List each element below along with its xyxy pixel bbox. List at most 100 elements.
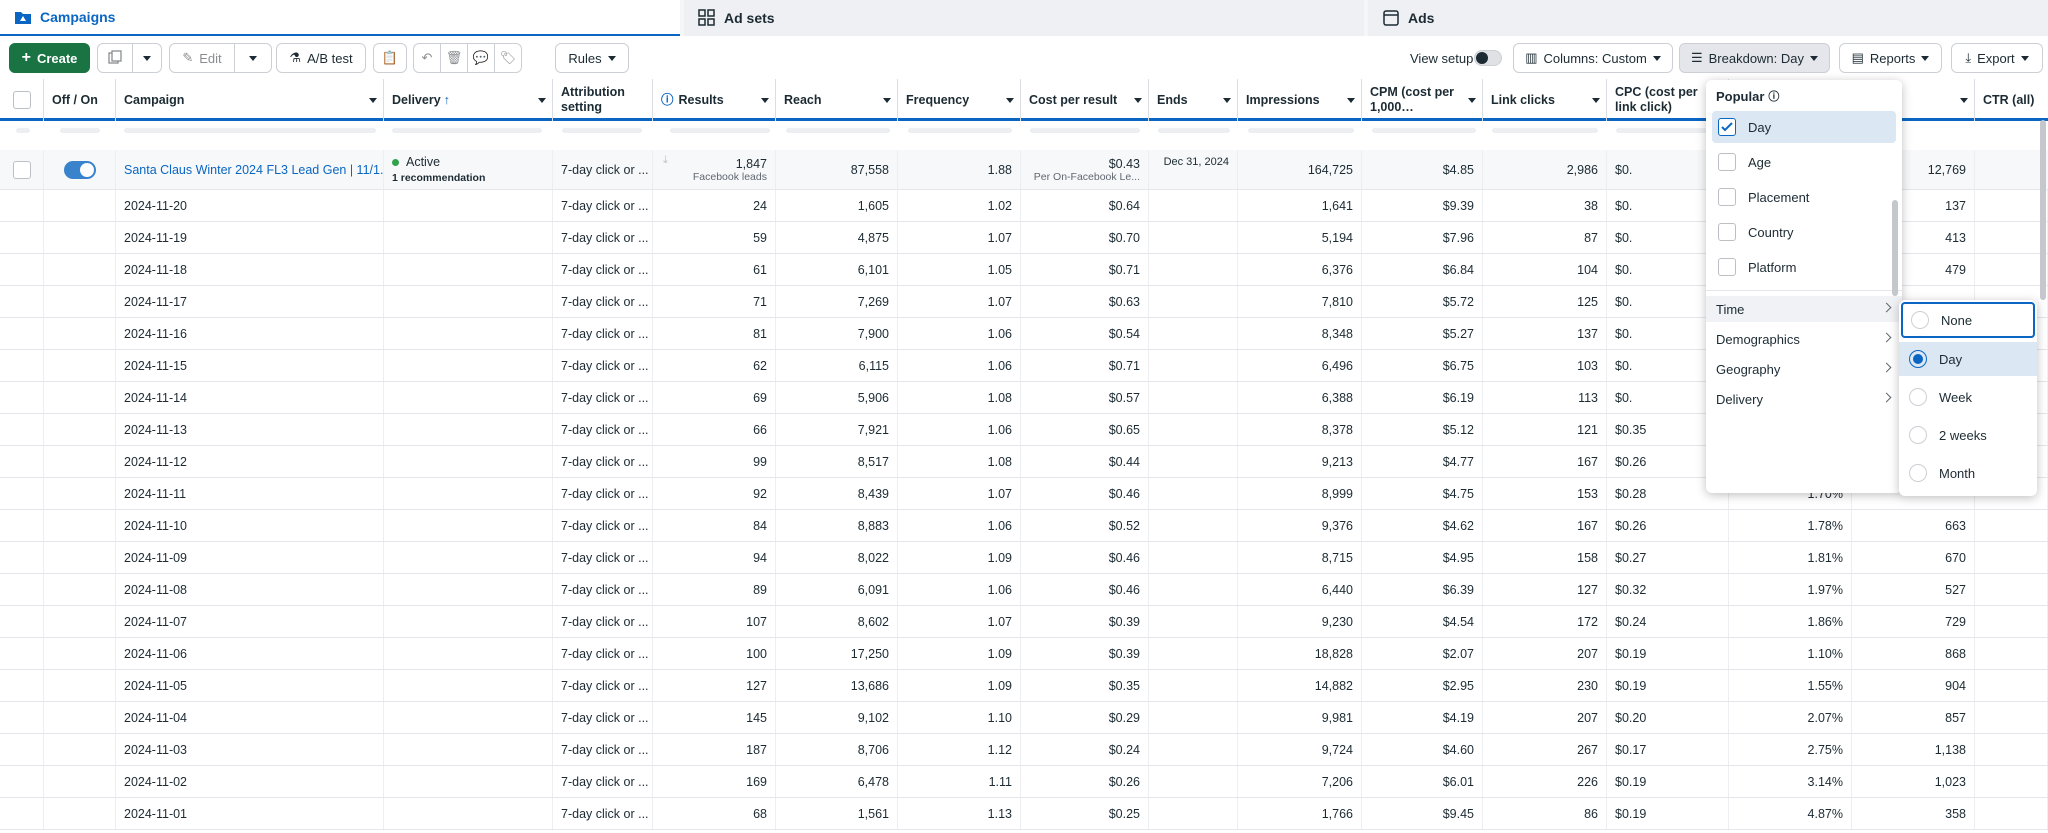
campaign-toggle[interactable] xyxy=(63,160,96,179)
breakdown-button[interactable]: ☰ Breakdown: Day xyxy=(1679,43,1830,73)
download-icon[interactable]: ⤓ xyxy=(663,154,668,167)
radio-button[interactable] xyxy=(1909,388,1927,406)
table-row[interactable]: 2024-11-10 7-day click or ... 84 8,883 1.06 $… xyxy=(0,510,2048,542)
impressions-cell: 9,981 xyxy=(1238,702,1362,733)
header-attribution[interactable]: Attribution setting xyxy=(553,79,653,121)
menu-scrollbar[interactable] xyxy=(1892,200,1898,296)
select-all-checkbox[interactable] xyxy=(12,91,31,109)
reports-button[interactable]: ▤ Reports xyxy=(1839,43,1942,73)
radio-button[interactable] xyxy=(1909,464,1927,482)
option-checkbox[interactable] xyxy=(1718,258,1736,276)
chevron-down-icon[interactable] xyxy=(761,98,769,103)
cell-value: 7-day click or ... xyxy=(561,774,649,789)
time-option-day[interactable]: Day xyxy=(1899,342,2037,376)
empty-cell xyxy=(384,638,553,669)
time-option-week[interactable]: Week xyxy=(1899,380,2037,414)
breakdown-option-placement[interactable]: Placement xyxy=(1706,181,1902,213)
check-icon[interactable] xyxy=(1718,118,1736,136)
header-select-all[interactable] xyxy=(0,79,44,121)
empty-cell xyxy=(0,798,44,829)
clipboard-button[interactable]: 📋 xyxy=(373,43,407,73)
table-row[interactable]: 2024-11-01 7-day click or ... 68 1,561 1.13 $… xyxy=(0,798,2048,830)
category-geography[interactable]: Geography xyxy=(1706,356,1902,382)
chevron-down-icon[interactable] xyxy=(369,98,377,103)
header-results[interactable]: ⓘ Results xyxy=(653,79,776,121)
category-time[interactable]: Time xyxy=(1706,296,1902,322)
reach-cell: 8,706 xyxy=(776,734,898,765)
columns-button[interactable]: ▥ Columns: Custom xyxy=(1513,43,1673,73)
header-link-clicks[interactable]: Link clicks xyxy=(1483,79,1607,121)
chevron-down-icon[interactable] xyxy=(1006,98,1014,103)
header-cost-per-result[interactable]: Cost per result xyxy=(1021,79,1149,121)
edit-button[interactable]: ✎ Edit xyxy=(169,43,235,73)
rules-button[interactable]: Rules xyxy=(555,43,629,73)
cell-value: 1.06 xyxy=(987,326,1012,341)
chevron-down-icon[interactable] xyxy=(883,98,891,103)
header-ctr[interactable]: CTR (all) xyxy=(1975,79,2048,121)
header-delivery[interactable]: Delivery ↑ xyxy=(384,79,553,121)
page-scrollbar[interactable] xyxy=(2040,120,2046,300)
tag-button[interactable]: 🏷 xyxy=(494,43,522,73)
edit-dropdown-button[interactable] xyxy=(234,43,272,73)
row-checkbox[interactable] xyxy=(12,160,31,179)
table-row[interactable]: 2024-11-03 7-day click or ... 187 8,706 1.12… xyxy=(0,734,2048,766)
time-option-none[interactable]: None xyxy=(1901,302,2035,338)
table-row[interactable]: 2024-11-09 7-day click or ... 94 8,022 1.09 $… xyxy=(0,542,2048,574)
attribution-cell: 7-day click or ... xyxy=(553,190,653,221)
duplicate-dropdown-button[interactable] xyxy=(132,43,162,73)
radio-button-selected[interactable] xyxy=(1909,350,1927,368)
chevron-down-icon[interactable] xyxy=(1223,98,1231,103)
option-checkbox[interactable] xyxy=(1718,223,1736,241)
delete-button[interactable]: 🗑 xyxy=(440,43,468,73)
clicks-cell: 103 xyxy=(1483,350,1607,381)
header-ends[interactable]: Ends xyxy=(1149,79,1238,121)
chevron-down-icon[interactable] xyxy=(1134,98,1142,103)
breakdown-option-country[interactable]: Country xyxy=(1706,216,1902,248)
empty-cell xyxy=(0,670,44,701)
table-row[interactable]: 2024-11-08 7-day click or ... 89 6,091 1.06 $… xyxy=(0,574,2048,606)
chevron-down-icon[interactable] xyxy=(1468,98,1476,103)
table-row[interactable]: 2024-11-04 7-day click or ... 145 9,102 1.10… xyxy=(0,702,2048,734)
export-button[interactable]: ⤓ Export xyxy=(1951,43,2043,73)
results-cell: 61 xyxy=(653,254,776,285)
campaign-name-link[interactable]: Santa Claus Winter 2024 FL3 Lead Gen | 1… xyxy=(124,163,383,177)
header-cpm[interactable]: CPM (cost per 1,000… xyxy=(1362,79,1483,121)
radio-button[interactable] xyxy=(1911,311,1929,329)
ab-test-button[interactable]: ⚗ A/B test xyxy=(276,43,366,73)
chevron-down-icon[interactable] xyxy=(1592,98,1600,103)
chevron-down-icon[interactable] xyxy=(1960,98,1968,103)
chevron-down-icon[interactable] xyxy=(538,98,546,103)
view-setup-toggle[interactable] xyxy=(1474,50,1502,66)
cell-value: 1,641 xyxy=(1321,198,1353,213)
radio-button[interactable] xyxy=(1909,426,1927,444)
cell-value: 1.06 xyxy=(987,422,1012,437)
table-row[interactable]: 2024-11-05 7-day click or ... 127 13,686 1.0… xyxy=(0,670,2048,702)
option-checkbox[interactable] xyxy=(1718,153,1736,171)
undo-button[interactable]: ↶ xyxy=(413,43,441,73)
tab-campaigns[interactable]: Campaigns xyxy=(0,0,680,36)
table-row[interactable]: 2024-11-06 7-day click or ... 100 17,250 1.0… xyxy=(0,638,2048,670)
attribution-cell: 7-day click or ... xyxy=(553,350,653,381)
duplicate-button[interactable] xyxy=(97,43,133,73)
time-option-2weeks[interactable]: 2 weeks xyxy=(1899,418,2037,452)
breakdown-option-age[interactable]: Age xyxy=(1706,146,1902,178)
header-campaign[interactable]: Campaign xyxy=(116,79,384,121)
header-impressions[interactable]: Impressions xyxy=(1238,79,1362,121)
category-delivery[interactable]: Delivery xyxy=(1706,386,1902,412)
time-option-month[interactable]: Month xyxy=(1899,456,2037,490)
category-demographics[interactable]: Demographics xyxy=(1706,326,1902,352)
tab-adsets[interactable]: Ad sets xyxy=(684,0,1364,36)
tab-ads[interactable]: Ads xyxy=(1368,0,2048,36)
header-reach[interactable]: Reach xyxy=(776,79,898,121)
header-frequency[interactable]: Frequency xyxy=(898,79,1021,121)
option-checkbox[interactable] xyxy=(1718,188,1736,206)
create-button[interactable]: + Create xyxy=(9,43,90,73)
table-row[interactable]: 2024-11-07 7-day click or ... 107 8,602 1.07… xyxy=(0,606,2048,638)
recommendation-link[interactable]: 1 recommendation xyxy=(392,172,485,184)
breakdown-option-day[interactable]: Day xyxy=(1712,111,1896,143)
breakdown-option-platform[interactable]: Platform xyxy=(1706,251,1902,283)
table-row[interactable]: 2024-11-02 7-day click or ... 169 6,478 1.11… xyxy=(0,766,2048,798)
comment-button[interactable]: 💬 xyxy=(467,43,495,73)
chevron-down-icon[interactable] xyxy=(1347,98,1355,103)
reach-cell: 7,900 xyxy=(776,318,898,349)
